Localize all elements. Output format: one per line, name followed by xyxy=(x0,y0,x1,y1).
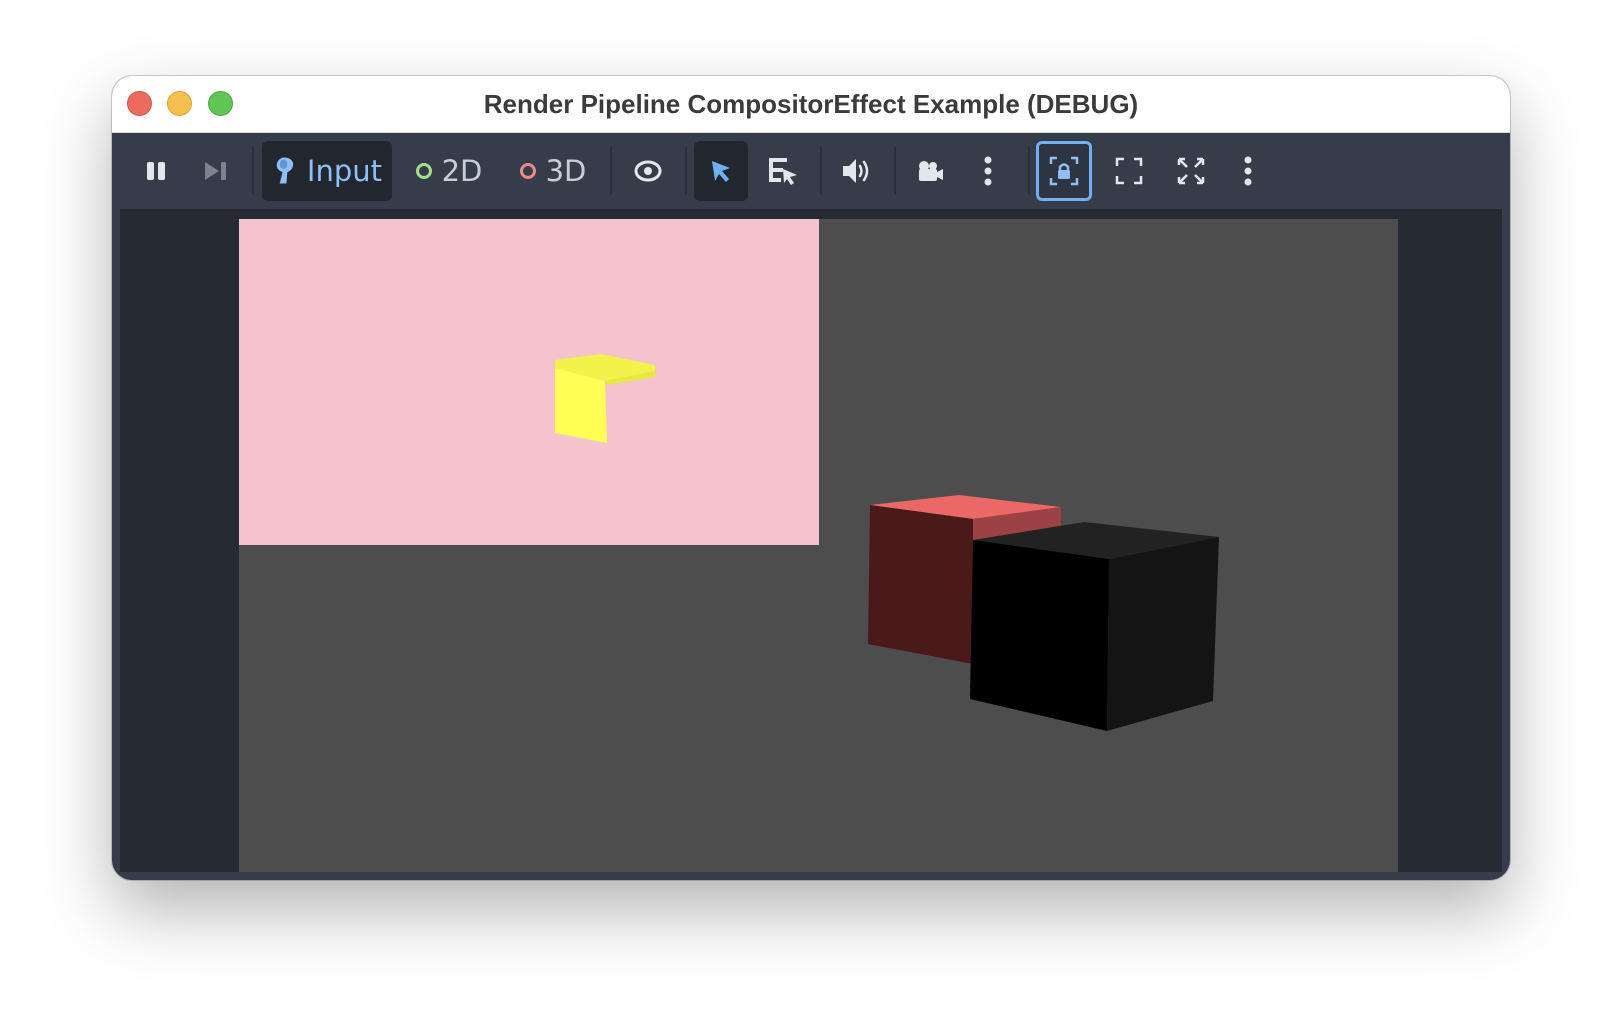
select-mode-button[interactable] xyxy=(694,141,748,201)
joystick-icon xyxy=(276,157,294,184)
kebab-menu-icon xyxy=(984,156,992,186)
embed-options-menu-button[interactable] xyxy=(1226,141,1270,201)
camera-options-menu-button[interactable] xyxy=(966,141,1010,201)
mode-2d-label: 2D xyxy=(441,154,483,188)
input-toggle-button[interactable]: Input xyxy=(262,141,392,201)
mode-3d-button[interactable]: 3D xyxy=(508,141,598,201)
lock-frame-icon xyxy=(1049,156,1079,186)
mode-3d-label: 3D xyxy=(545,154,587,188)
visibility-button[interactable] xyxy=(620,141,676,201)
toolbar-separator xyxy=(685,147,687,195)
cursor-arrow-icon xyxy=(712,161,730,182)
camera-icon xyxy=(919,161,943,181)
black-cube xyxy=(970,522,1219,731)
expand-corners-icon xyxy=(1115,157,1143,185)
kebab-menu-icon xyxy=(1244,156,1252,186)
game-viewport[interactable] xyxy=(239,219,1398,872)
game-viewport-container xyxy=(120,209,1502,872)
list-select-button[interactable] xyxy=(756,141,810,201)
toolbar-separator xyxy=(610,147,612,195)
camera-override-button[interactable] xyxy=(902,141,958,201)
game-window: Render Pipeline CompositorEffect Example… xyxy=(112,76,1510,880)
next-frame-button[interactable] xyxy=(192,141,240,201)
title-bar[interactable]: Render Pipeline CompositorEffect Example… xyxy=(112,76,1510,133)
pause-icon xyxy=(147,162,165,180)
toolbar-separator xyxy=(820,147,822,195)
stretch-button[interactable] xyxy=(1102,141,1156,201)
2d-ring-icon xyxy=(415,163,432,179)
game-toolbar: Input 2D 3D xyxy=(112,133,1510,209)
toolbar-separator xyxy=(252,147,254,195)
3d-ring-icon xyxy=(519,163,536,179)
toolbar-separator xyxy=(1028,147,1030,195)
speaker-icon xyxy=(843,159,869,183)
fullscreen-arrows-icon xyxy=(1177,157,1205,185)
audio-mute-button[interactable] xyxy=(828,141,884,201)
scene-3d xyxy=(555,354,1219,731)
yellow-shape xyxy=(555,354,655,443)
toolbar-separator xyxy=(894,147,896,195)
pause-button[interactable] xyxy=(132,141,180,201)
fullscreen-button[interactable] xyxy=(1164,141,1218,201)
eye-icon xyxy=(634,160,662,182)
list-cursor-icon xyxy=(769,158,797,185)
lock-camera-button[interactable] xyxy=(1036,141,1092,201)
window-title: Render Pipeline CompositorEffect Example… xyxy=(483,89,1139,119)
next-frame-icon xyxy=(205,162,226,180)
input-label: Input xyxy=(306,154,382,188)
mode-2d-button[interactable]: 2D xyxy=(404,141,494,201)
